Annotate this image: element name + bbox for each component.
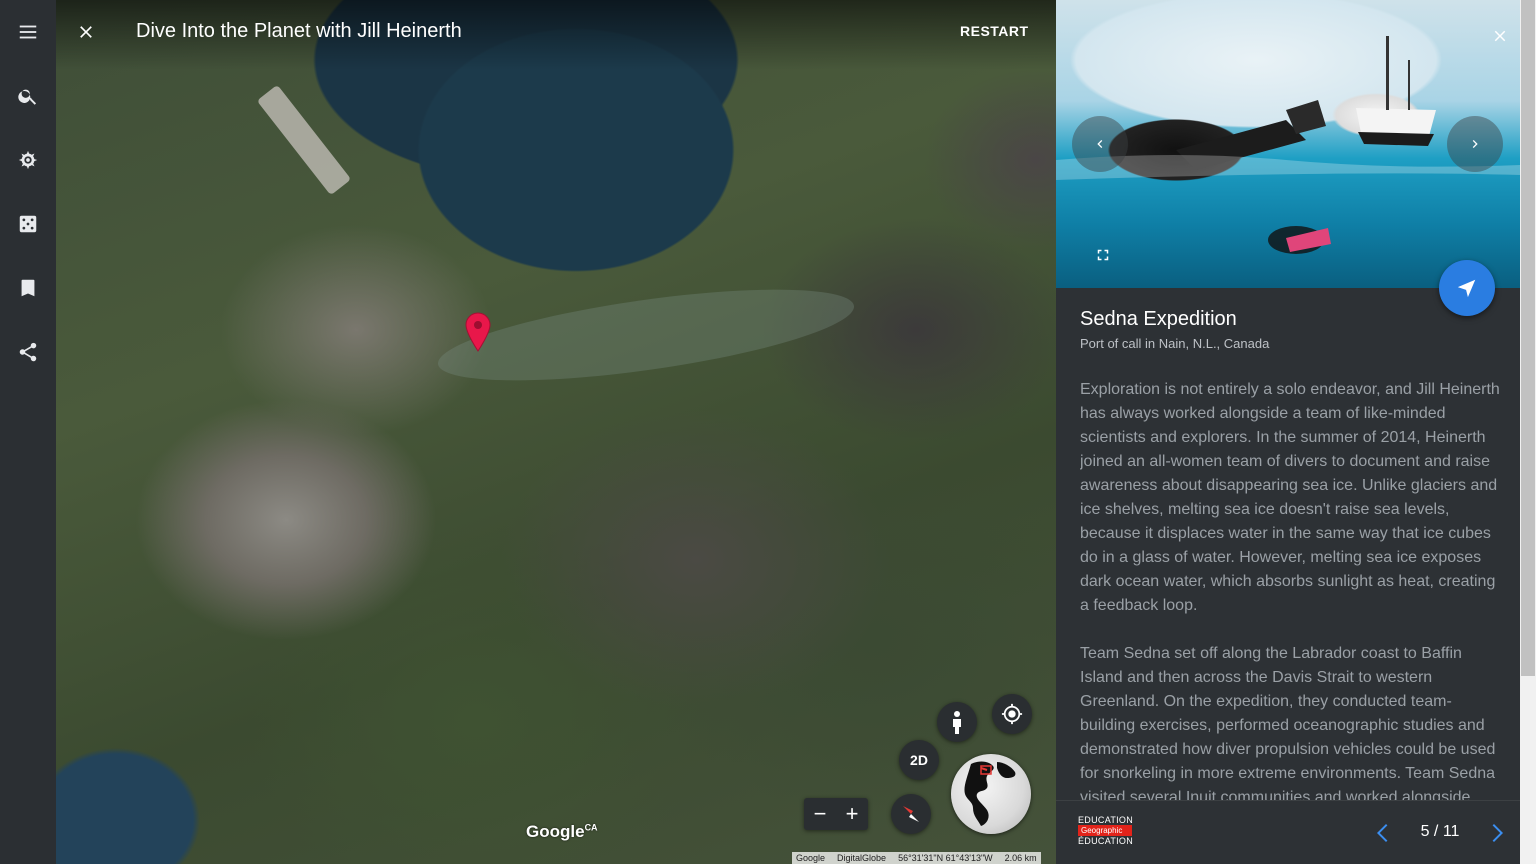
prev-slide-button[interactable]: [1372, 821, 1396, 845]
slide-counter: 5 / 11: [1420, 823, 1460, 840]
fly-to-button[interactable]: [1439, 260, 1495, 316]
search-button[interactable]: [8, 76, 48, 116]
fullscreen-button[interactable]: [1094, 246, 1114, 266]
pegman-button[interactable]: [937, 702, 977, 742]
map-view[interactable]: Dive Into the Planet with Jill Heinerth …: [56, 0, 1056, 864]
chevron-right-icon: [1472, 140, 1478, 148]
feeling-lucky-icon: [19, 215, 37, 233]
next-slide-button[interactable]: [1484, 821, 1508, 845]
chevron-right-icon: [1492, 824, 1503, 842]
chevron-left-icon: [1377, 824, 1388, 842]
globe-icon: [964, 761, 1016, 826]
zoom-controls: − +: [804, 798, 868, 830]
description-paragraph: Team Sedna set off along the Labrador co…: [1080, 645, 1496, 800]
photo-next-button[interactable]: [1447, 116, 1503, 172]
google-logo: GoogleCA: [526, 822, 598, 842]
compass-button[interactable]: [891, 794, 931, 834]
coordinates-readout: 56°31'31"N 61°43'13"W: [898, 853, 993, 863]
my-location-icon: [1001, 703, 1023, 725]
chevron-left-icon: [1097, 140, 1103, 148]
share-icon: [19, 342, 37, 362]
google-logo-country: CA: [584, 822, 598, 833]
description-paragraph: Exploration is not entirely a solo endea…: [1080, 381, 1500, 614]
place-description[interactable]: Exploration is not entirely a solo endea…: [1080, 378, 1500, 800]
runway: [256, 84, 352, 196]
logo-line-3: ÉDUCATION: [1078, 836, 1134, 846]
place-title: Sedna Expedition: [1080, 308, 1237, 330]
place-photo: [1056, 0, 1520, 288]
pegman-icon: [953, 711, 961, 734]
panel-footer: EDUCATION Geographic ÉDUCATION 5 / 11: [1056, 800, 1520, 864]
toggle-2d-button[interactable]: 2D: [899, 740, 939, 780]
close-icon: [1494, 30, 1506, 42]
logo-line-1: EDUCATION: [1078, 815, 1134, 825]
map-attribution: Google DigitalGlobe 56°31'31"N 61°43'13"…: [792, 852, 1041, 864]
scale-readout: 2.06 km: [1004, 853, 1037, 863]
bookmark-icon: [21, 279, 35, 297]
shoreline: [433, 271, 859, 399]
location-pin-icon[interactable]: [465, 312, 491, 352]
scrollbar-thumb[interactable]: [1521, 0, 1535, 676]
fullscreen-icon: [1097, 249, 1109, 261]
place-subtitle: Port of call in Nain, N.L., Canada: [1080, 336, 1270, 351]
knowledge-card-panel: Sedna Expedition Port of call in Nain, N…: [1056, 0, 1520, 864]
compass-icon: [903, 806, 919, 822]
search-icon: [18, 89, 37, 105]
share-button[interactable]: [8, 332, 48, 372]
tour-title: Dive Into the Planet with Jill Heinerth: [136, 20, 462, 42]
menu-button[interactable]: [8, 12, 48, 52]
education-logo[interactable]: EDUCATION Geographic ÉDUCATION: [1078, 815, 1136, 851]
zoom-in-button[interactable]: +: [836, 798, 868, 830]
google-logo-text: Google: [526, 822, 585, 841]
projects-button[interactable]: [8, 268, 48, 308]
close-panel-button[interactable]: [1488, 24, 1512, 48]
earth-app: Dive Into the Planet with Jill Heinerth …: [0, 0, 1536, 864]
globe-minimap[interactable]: [951, 754, 1031, 834]
attribution-source-2[interactable]: DigitalGlobe: [837, 852, 886, 864]
logo-line-2: Geographic: [1078, 825, 1132, 836]
send-icon: [1457, 279, 1476, 298]
voyager-icon: [18, 150, 38, 170]
close-icon: [80, 26, 92, 38]
left-rail: [0, 0, 56, 864]
attribution-source-1[interactable]: Google: [796, 852, 825, 864]
my-location-button[interactable]: [992, 694, 1032, 734]
zoom-out-button[interactable]: −: [804, 798, 836, 830]
close-tour-button[interactable]: [70, 16, 102, 48]
voyager-button[interactable]: [8, 140, 48, 180]
restart-button[interactable]: RESTART: [960, 23, 1029, 39]
feeling-lucky-button[interactable]: [8, 204, 48, 244]
photo-prev-button[interactable]: [1072, 116, 1128, 172]
menu-icon: [19, 25, 37, 39]
